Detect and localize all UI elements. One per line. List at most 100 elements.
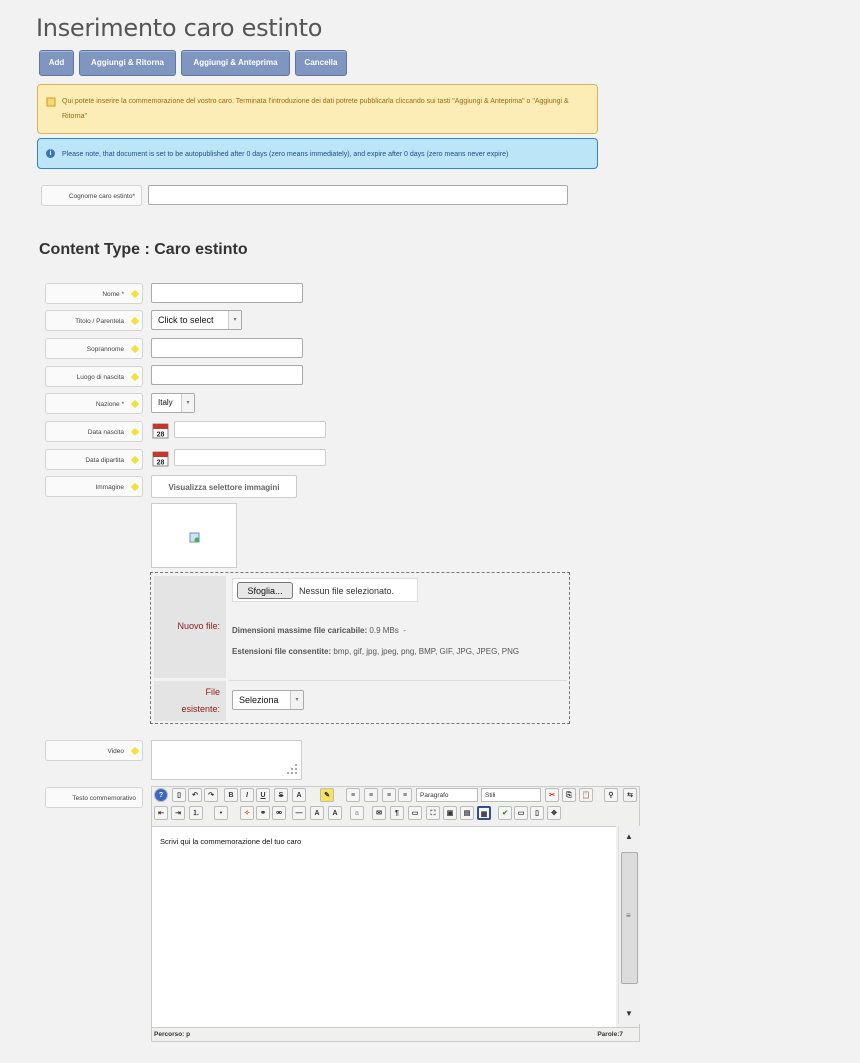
help-star-icon[interactable] — [130, 399, 140, 409]
column-insert-icon[interactable]: ▯ — [530, 806, 544, 820]
field-label-luogo: Luogo di nascita — [45, 366, 143, 387]
warning-message: Qui potete inserire la commemorazione de… — [37, 84, 598, 134]
style-select-value: Stili — [485, 792, 496, 799]
no-file-text: Nessun file selezionato. — [299, 586, 395, 596]
chevron-down-icon: ▾ — [228, 311, 241, 329]
subscript-icon[interactable]: a — [350, 806, 364, 820]
strikethrough-icon[interactable]: S — [274, 788, 288, 802]
editor-scrollbar[interactable]: ▲ ≡ ▼ — [618, 826, 640, 1024]
help-star-icon[interactable] — [130, 289, 140, 299]
table-icon[interactable]: ▦ — [477, 806, 491, 820]
undo-icon[interactable]: ↶ — [188, 788, 202, 802]
replace-icon[interactable]: ⇆ — [623, 788, 637, 802]
text-color-icon[interactable]: A — [292, 788, 306, 802]
superscript-icon[interactable]: A — [328, 806, 342, 820]
browse-button[interactable]: Sfoglia... — [237, 582, 293, 599]
add-return-button[interactable]: Aggiungi & Ritorna — [79, 50, 176, 76]
field-label-data-dipartita: Data dipartita — [45, 449, 143, 470]
help-star-icon[interactable] — [130, 746, 140, 756]
spellcheck-icon[interactable]: ✔ — [498, 806, 512, 820]
new-document-icon[interactable]: ▯ — [172, 788, 186, 802]
italic-icon[interactable]: I — [240, 788, 254, 802]
format-select[interactable]: Paragrafo — [416, 788, 478, 802]
soprannome-input[interactable] — [151, 338, 303, 358]
style-select[interactable]: Stili — [481, 788, 541, 802]
cleanup-icon[interactable]: ✧ — [240, 806, 254, 820]
surname-label: Cognome caro estinto* — [41, 185, 142, 206]
field-label-data-dipartita-text: Data dipartita — [85, 457, 124, 464]
link-icon[interactable]: ⚭ — [256, 806, 270, 820]
field-label-titolo-text: Titolo / Parentela — [75, 318, 124, 325]
chevron-down-icon: ▾ — [181, 394, 194, 412]
luogo-input[interactable] — [151, 365, 303, 385]
existing-file-label-1: File — [205, 687, 220, 697]
field-label-testo: Testo commemorativo — [45, 787, 143, 808]
help-star-icon[interactable] — [130, 455, 140, 465]
image-preview — [151, 503, 237, 568]
field-label-immagine: Immagine — [45, 476, 143, 497]
help-icon[interactable]: ? — [154, 788, 168, 802]
help-star-icon[interactable] — [130, 427, 140, 437]
image-selector-button[interactable]: Visualizza selettore immagini — [151, 475, 297, 498]
underline-icon[interactable]: U — [256, 788, 270, 802]
bullet-list-icon[interactable]: • — [214, 806, 228, 820]
email-icon[interactable]: ✉ — [372, 806, 386, 820]
outdent-icon[interactable]: ⇤ — [154, 806, 168, 820]
merge-cells-icon[interactable]: ✥ — [547, 806, 561, 820]
existing-file-select[interactable]: Seleziona ▾ — [232, 690, 304, 710]
add-button[interactable]: Add — [39, 50, 74, 76]
field-label-soprannome: Soprannome — [45, 338, 143, 359]
help-star-icon[interactable] — [130, 482, 140, 492]
nome-input[interactable] — [151, 283, 303, 303]
align-right-icon[interactable]: ≡ — [382, 788, 396, 802]
cut-icon[interactable]: ✂ — [545, 788, 559, 802]
insert-file-icon[interactable]: ▭ — [408, 806, 422, 820]
paragraph-icon[interactable]: ¶ — [390, 806, 404, 820]
align-justify-icon[interactable]: ≡ — [398, 788, 412, 802]
editor-body[interactable]: Scrivi qui la commemorazione del tuo car… — [152, 826, 616, 1027]
paste-icon[interactable]: 📋 — [579, 788, 593, 802]
align-center-icon[interactable]: ≡ — [364, 788, 378, 802]
calendar-icon[interactable]: 28 — [152, 450, 169, 467]
numbered-list-icon[interactable]: ⒈ — [189, 806, 203, 820]
align-left-icon[interactable]: ≡ — [346, 788, 360, 802]
file-input[interactable]: Sfoglia... Nessun file selezionato. — [232, 578, 418, 602]
data-nascita-input[interactable] — [174, 421, 326, 438]
unlink-icon[interactable]: ⚮ — [272, 806, 286, 820]
copy-icon[interactable]: ⎘ — [562, 788, 576, 802]
horizontal-rule-icon[interactable]: — — [292, 806, 306, 820]
image-icon[interactable]: ▣ — [443, 806, 457, 820]
nazione-select[interactable]: Italy ▾ — [151, 393, 195, 413]
help-star-icon[interactable] — [130, 316, 140, 326]
scroll-up-icon[interactable]: ▲ — [625, 832, 633, 841]
field-label-luogo-text: Luogo di nascita — [76, 374, 124, 381]
find-icon[interactable]: ⚲ — [604, 788, 618, 802]
extensions-row: Estensioni file consentite: bmp, gif, jp… — [232, 643, 557, 660]
highlight-icon[interactable]: ✎ — [320, 788, 334, 802]
fullscreen-icon[interactable]: ⛶ — [426, 806, 440, 820]
titolo-select[interactable]: Click to select ▾ — [151, 310, 242, 330]
resize-handle-icon[interactable] — [284, 762, 298, 776]
field-label-nome: Nome * — [45, 283, 143, 304]
redo-icon[interactable]: ↷ — [204, 788, 218, 802]
row-insert-icon[interactable]: ▭ — [514, 806, 528, 820]
field-label-video: Video — [45, 740, 143, 761]
data-dipartita-input[interactable] — [174, 449, 326, 466]
scroll-down-icon[interactable]: ▼ — [625, 1009, 633, 1018]
bold-icon[interactable]: B — [224, 788, 238, 802]
help-star-icon[interactable] — [130, 372, 140, 382]
video-textarea[interactable] — [151, 740, 302, 780]
surname-input[interactable] — [148, 185, 568, 205]
calendar-day: 28 — [157, 432, 165, 439]
indent-icon[interactable]: ⇥ — [171, 806, 185, 820]
font-size-up-icon[interactable]: A — [310, 806, 324, 820]
info-icon: i — [46, 149, 55, 158]
scrollbar-thumb[interactable]: ≡ — [621, 852, 638, 984]
cancel-button[interactable]: Cancella — [295, 50, 347, 76]
add-preview-button[interactable]: Aggiungi & Anteprima — [181, 50, 290, 76]
calendar-icon[interactable]: 28 — [152, 422, 169, 439]
format-select-value: Paragrafo — [420, 792, 449, 799]
extensions-label: Estensioni file consentite: — [232, 647, 332, 656]
help-star-icon[interactable] — [130, 344, 140, 354]
template-icon[interactable]: ▤ — [460, 806, 474, 820]
